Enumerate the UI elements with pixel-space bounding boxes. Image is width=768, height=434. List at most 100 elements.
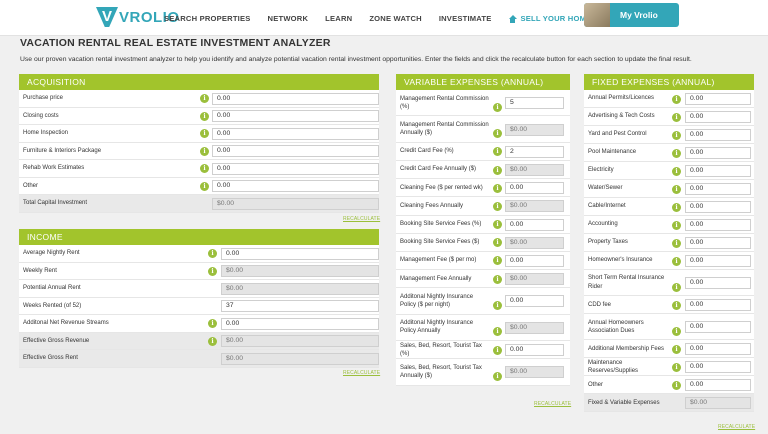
info-icon[interactable]: i (493, 256, 502, 266)
variable-expenses-recalculate-link[interactable]: RECALCULATE (534, 401, 571, 407)
field-label: Other (23, 182, 39, 189)
my-vrolio-button[interactable]: My Vrolio (584, 3, 679, 27)
info-icon[interactable]: i (672, 112, 681, 122)
info-icon[interactable]: i (493, 201, 502, 211)
info-icon[interactable]: i (208, 336, 217, 346)
cleaning-fees-annually-input: $0.00 (505, 200, 564, 213)
booking-site-service-fees-input[interactable]: 0.00 (505, 218, 564, 231)
info-icon[interactable]: i (672, 300, 681, 310)
accounting-input[interactable]: 0.00 (685, 219, 751, 231)
info-icon[interactable]: i (672, 344, 681, 354)
info-icon[interactable]: i (672, 184, 681, 194)
field-label: Water/Sewer (588, 185, 623, 192)
info-icon[interactable]: i (493, 371, 502, 381)
field-label: Effective Gross Rent (23, 355, 78, 362)
sales-bed-resort-tourist-tax-input[interactable]: 0.00 (505, 344, 564, 357)
info-icon[interactable]: i (672, 326, 681, 336)
nav-investimate[interactable]: INVESTIMATE (439, 14, 492, 23)
info-icon[interactable]: i (672, 220, 681, 230)
info-icon[interactable]: i (672, 282, 681, 292)
income-row-potential-annual-rent: Potential Annual Rent $0.00 (19, 280, 379, 298)
effective-gross-revenue-input: $0.00 (221, 335, 379, 348)
maintenance-reserves-supplies-input[interactable]: 0.00 (685, 361, 751, 374)
info-icon[interactable]: i (493, 274, 502, 284)
total-label: Fixed & Variable Expenses (588, 399, 660, 406)
electricity-input[interactable]: 0.00 (685, 165, 751, 177)
income-recalculate-link[interactable]: RECALCULATE (343, 370, 380, 376)
info-icon[interactable]: i (493, 327, 502, 337)
closing-costs-input[interactable]: 0.00 (212, 110, 379, 123)
management-rental-commission-input[interactable]: 5 (505, 97, 564, 110)
advertising-tech-costs-input[interactable]: 0.00 (685, 111, 751, 123)
info-icon[interactable]: i (672, 202, 681, 212)
additonal-net-revenue-streams-input[interactable]: 0.00 (221, 317, 379, 330)
nav-learn[interactable]: LEARN (325, 14, 352, 23)
info-icon[interactable]: i (672, 148, 681, 158)
property-taxes-input[interactable]: 0.00 (685, 237, 751, 249)
nav-network[interactable]: NETWORK (268, 14, 309, 23)
fixed-expenses-row-accounting: Accounting i 0.00 (584, 216, 754, 234)
info-icon[interactable]: i (200, 164, 209, 174)
field-label: Additonal Net Revenue Streams (23, 320, 109, 327)
yard-and-pest-control-input[interactable]: 0.00 (685, 129, 751, 141)
info-icon[interactable]: i (672, 166, 681, 176)
credit-card-fee-input[interactable]: 2 (505, 145, 564, 158)
info-icon[interactable]: i (200, 146, 209, 156)
nav-zone-watch[interactable]: ZONE WATCH (369, 14, 421, 23)
info-icon[interactable]: i (493, 147, 502, 157)
info-icon[interactable]: i (672, 256, 681, 266)
fixed-expenses-row-cable-internet: Cable/Internet i 0.00 (584, 198, 754, 216)
info-icon[interactable]: i (493, 238, 502, 248)
info-icon[interactable]: i (672, 238, 681, 248)
short-term-rental-insurance-rider-input[interactable]: 0.00 (685, 277, 751, 290)
acquisition-row-furniture-interiors-package: Furniture & Interiors Package i 0.00 (19, 143, 379, 160)
info-icon[interactable]: i (493, 300, 502, 310)
info-icon[interactable]: i (200, 94, 209, 104)
nav-sell-label: SELL YOUR HOME (520, 14, 592, 23)
info-icon[interactable]: i (200, 181, 209, 191)
acquisition-row-purchase-price: Purchase price i 0.00 (19, 90, 379, 108)
info-icon[interactable]: i (208, 319, 217, 329)
other-input[interactable]: 0.00 (212, 180, 379, 193)
other-input[interactable]: 0.00 (685, 379, 751, 392)
nav-search-properties[interactable]: SEARCH PROPERTIES (164, 14, 251, 23)
weeks-rented-of-52-input[interactable]: 37 (221, 300, 379, 313)
cable-internet-input[interactable]: 0.00 (685, 201, 751, 213)
furniture-interiors-package-input[interactable]: 0.00 (212, 145, 379, 158)
acquisition-heading: ACQUISITION (19, 74, 379, 90)
info-icon[interactable]: i (493, 102, 502, 112)
cdd-fee-input[interactable]: 0.00 (685, 299, 751, 312)
info-icon[interactable]: i (672, 362, 681, 372)
rehab-work-estimates-input[interactable]: 0.00 (212, 162, 379, 175)
info-icon[interactable]: i (200, 111, 209, 121)
pool-maintenance-input[interactable]: 0.00 (685, 147, 751, 159)
homeowner-s-insurance-input[interactable]: 0.00 (685, 255, 751, 267)
home-inspection-input[interactable]: 0.00 (212, 127, 379, 140)
info-icon[interactable]: i (208, 266, 217, 276)
acquisition-recalculate-link[interactable]: RECALCULATE (343, 216, 380, 222)
info-icon[interactable]: i (200, 129, 209, 139)
cleaning-fee-per-rented-wk-input[interactable]: 0.00 (505, 182, 564, 195)
field-label: CDD fee (588, 301, 612, 308)
info-icon[interactable]: i (672, 94, 681, 104)
info-icon[interactable]: i (493, 165, 502, 175)
annual-permits-licences-input[interactable]: 0.00 (685, 93, 751, 105)
info-icon[interactable]: i (208, 249, 217, 259)
field-label: Management Rental Commission Annually ($… (400, 121, 489, 137)
nav-sell-your-home[interactable]: SELL YOUR HOME (508, 14, 592, 23)
water-sewer-input[interactable]: 0.00 (685, 183, 751, 195)
fixed-expenses-recalculate-link[interactable]: RECALCULATE (718, 424, 755, 430)
info-icon[interactable]: i (493, 183, 502, 193)
additional-membership-fees-input[interactable]: 0.00 (685, 343, 751, 356)
field-label: Cleaning Fees Annually (400, 202, 464, 209)
additonal-nightly-insurance-policy-per-night-input[interactable]: 0.00 (505, 295, 564, 308)
info-icon[interactable]: i (493, 220, 502, 230)
info-icon[interactable]: i (493, 129, 502, 139)
info-icon[interactable]: i (493, 345, 502, 355)
info-icon[interactable]: i (672, 130, 681, 140)
info-icon[interactable]: i (672, 380, 681, 390)
purchase-price-input[interactable]: 0.00 (212, 92, 379, 105)
annual-homeowners-association-dues-input[interactable]: 0.00 (685, 321, 751, 334)
management-fee-per-mo-input[interactable]: 0.00 (505, 254, 564, 267)
average-nightly-rent-input[interactable]: 0.00 (221, 247, 379, 260)
